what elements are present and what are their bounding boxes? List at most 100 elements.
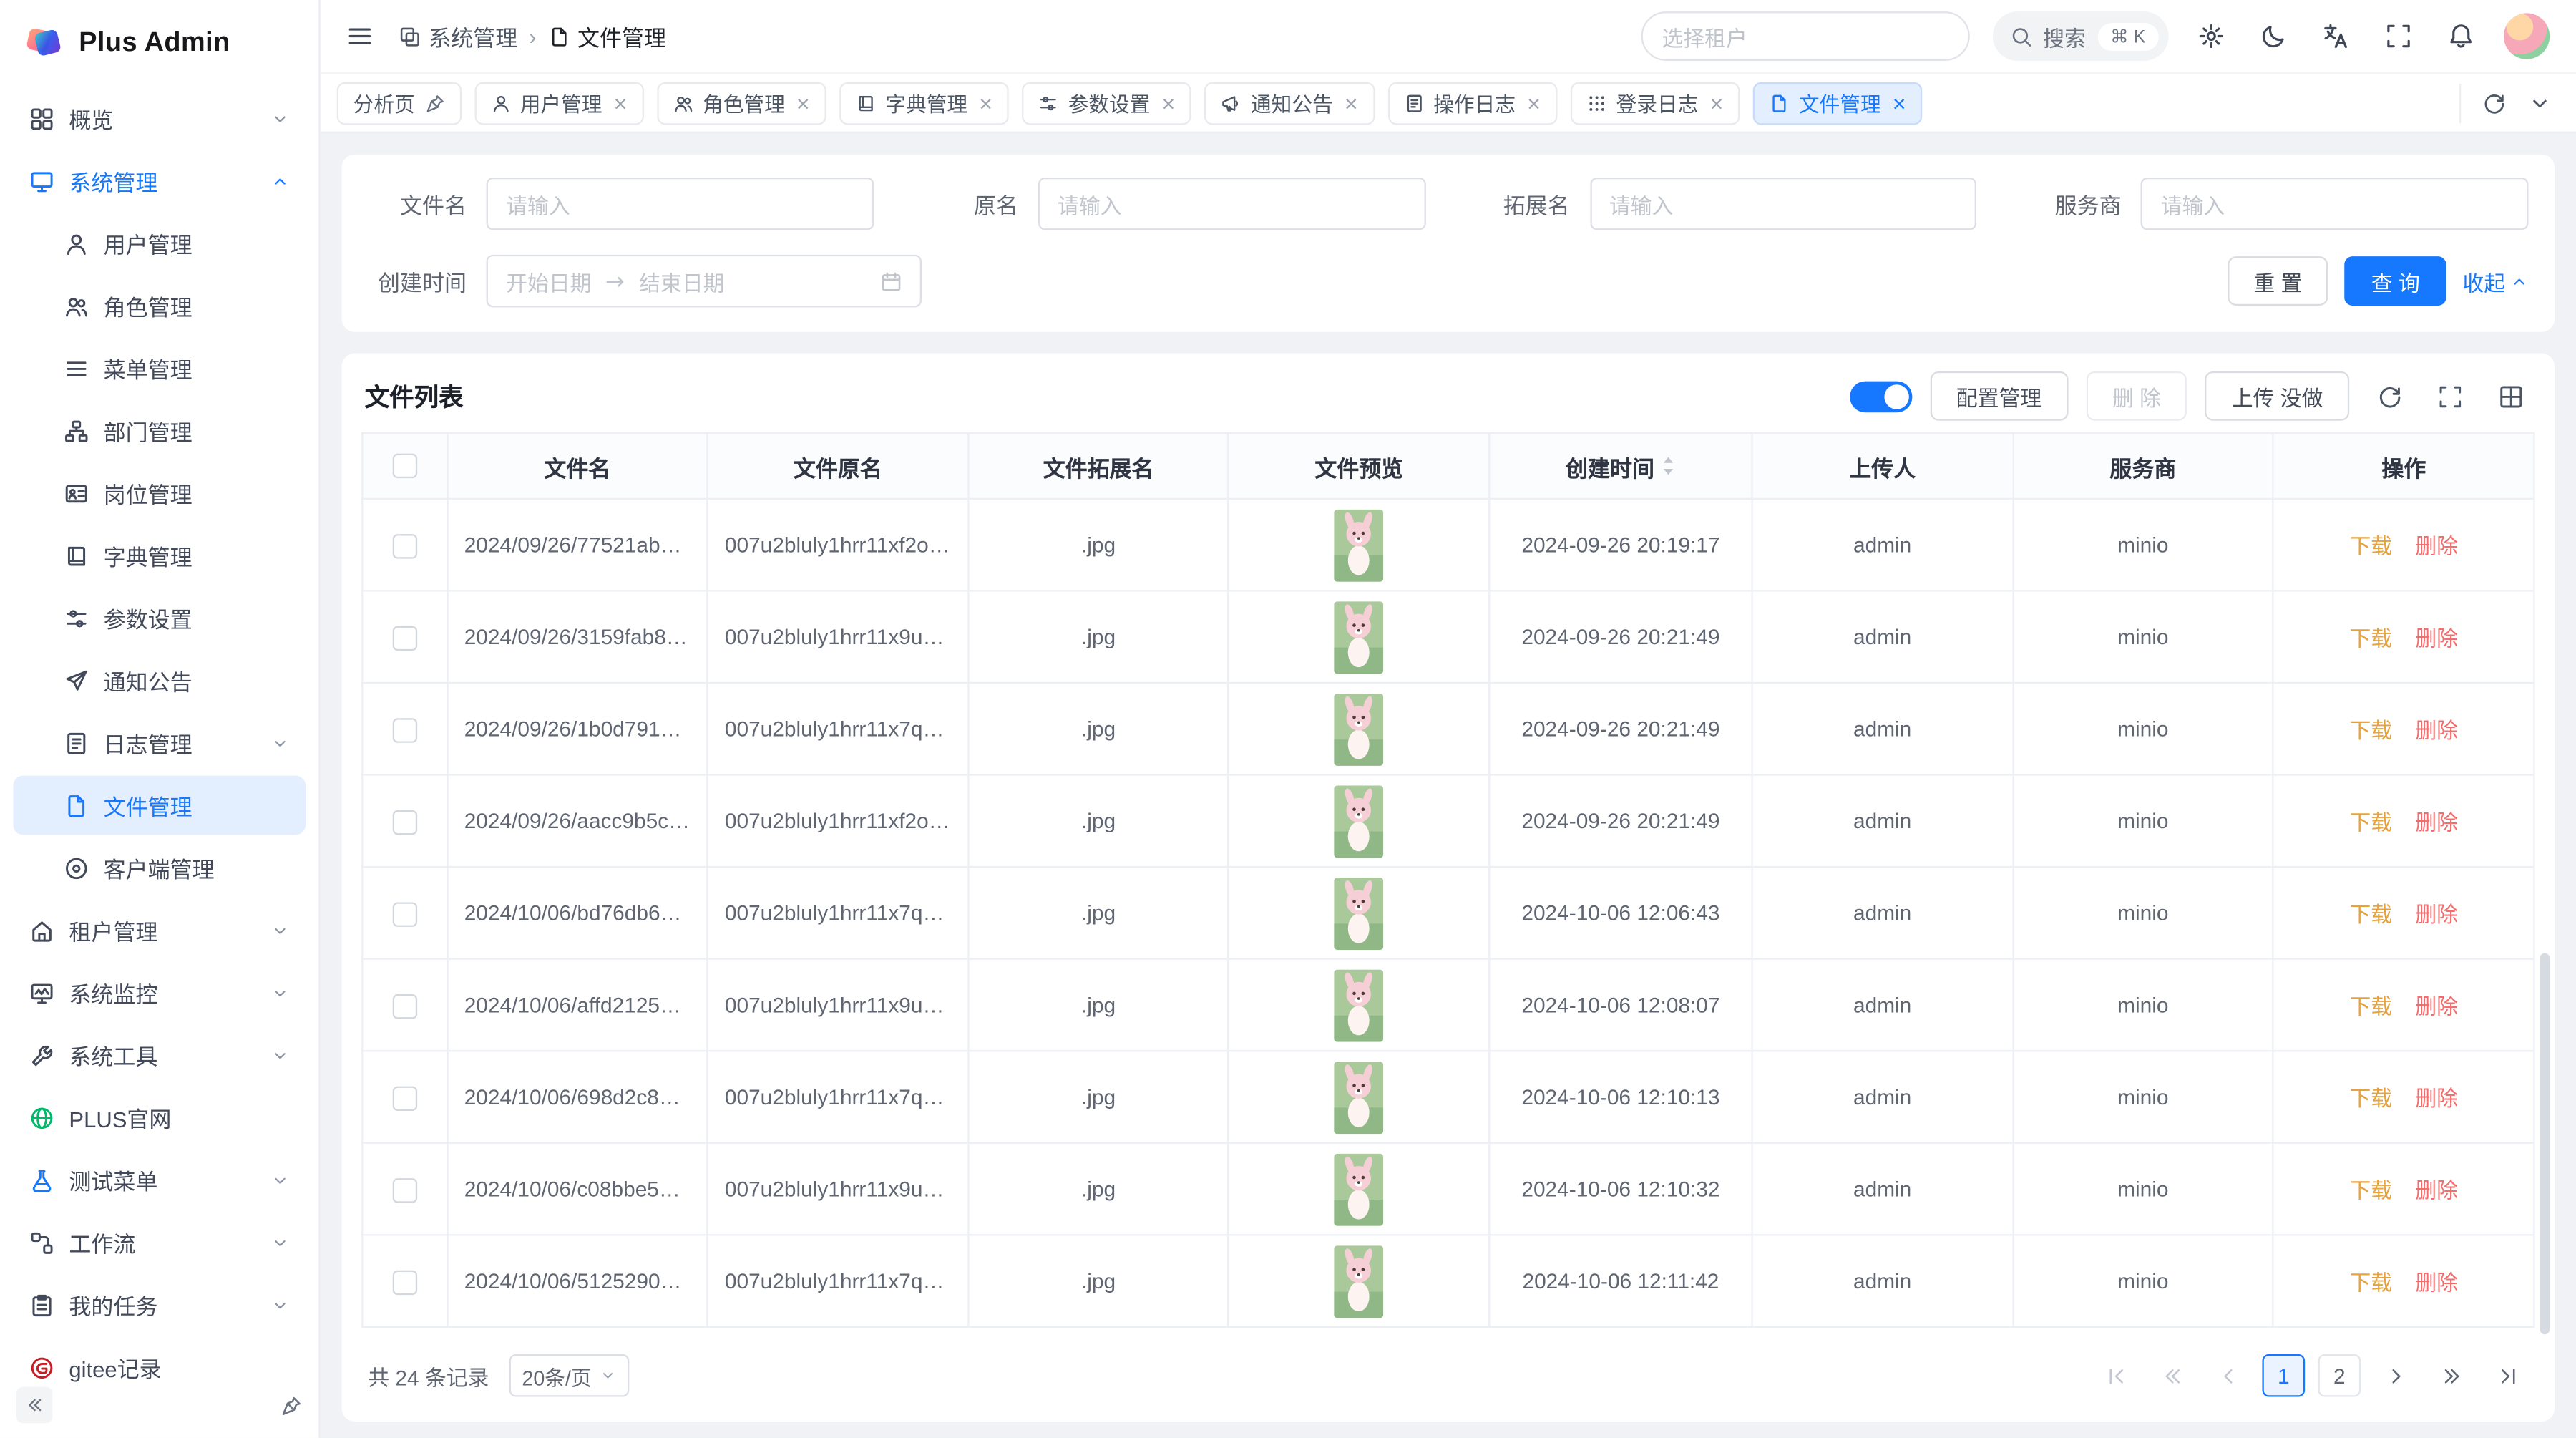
sort-icon[interactable] (1661, 455, 1676, 477)
sidebar-item-system-management[interactable]: 系统管理 (13, 151, 306, 210)
language-button[interactable] (2316, 16, 2356, 56)
tab-users[interactable]: 用户管理× (474, 82, 643, 125)
config-management-button[interactable]: 配置管理 (1930, 371, 2068, 421)
global-search[interactable]: 搜索 ⌘ K (1992, 11, 2169, 61)
preview-thumbnail[interactable] (1335, 1061, 1384, 1133)
tenant-select[interactable]: 选择租户 (1641, 11, 1969, 61)
sidebar-item-tools[interactable]: 系统工具 (13, 1026, 306, 1085)
preview-thumbnail[interactable] (1335, 1245, 1384, 1317)
column-header[interactable]: 创建时间 (1489, 433, 1752, 499)
row-checkbox[interactable] (392, 1177, 416, 1202)
settings-button[interactable] (2192, 16, 2231, 56)
delete-link[interactable]: 删除 (2415, 626, 2458, 651)
sidebar-item-params[interactable]: 参数设置 (13, 588, 306, 648)
tab-files[interactable]: 文件管理× (1753, 82, 1923, 125)
delete-link[interactable]: 删除 (2415, 718, 2458, 742)
breadcrumb-item-file-management[interactable]: 文件管理 (548, 20, 666, 53)
sidebar-collapse-button[interactable] (16, 1387, 53, 1424)
row-checkbox[interactable] (392, 810, 416, 834)
collapse-filter-link[interactable]: 收起 (2463, 266, 2529, 297)
preview-thumbnail[interactable] (1335, 1153, 1384, 1225)
delete-link[interactable]: 删除 (2415, 1178, 2458, 1203)
delete-link[interactable]: 删除 (2415, 902, 2458, 926)
tab-close-icon[interactable]: × (1893, 91, 1906, 114)
upload-button[interactable]: 上传 没做 (2205, 371, 2349, 421)
pagination-first-button[interactable] (2094, 1354, 2137, 1397)
download-link[interactable]: 下载 (2349, 902, 2392, 926)
tab-close-icon[interactable]: × (796, 91, 810, 114)
pagination-next-button[interactable] (2374, 1354, 2417, 1397)
download-link[interactable]: 下载 (2349, 810, 2392, 835)
refresh-page-button[interactable] (2474, 83, 2514, 122)
download-link[interactable]: 下载 (2349, 626, 2392, 651)
preview-thumbnail[interactable] (1335, 693, 1384, 765)
download-link[interactable]: 下载 (2349, 534, 2392, 558)
preview-thumbnail[interactable] (1335, 968, 1384, 1041)
tab-close-icon[interactable]: × (1345, 91, 1358, 114)
app-logo-row[interactable]: Plus Admin (0, 0, 318, 85)
pagination-prev5-button[interactable] (2150, 1354, 2193, 1397)
tab-operation-logs[interactable]: 操作日志× (1387, 82, 1557, 125)
preview-thumbnail[interactable] (1335, 784, 1384, 857)
download-link[interactable]: 下载 (2349, 1178, 2392, 1203)
sidebar-item-menus[interactable]: 菜单管理 (13, 339, 306, 398)
download-link[interactable]: 下载 (2349, 994, 2392, 1019)
tab-login-logs[interactable]: 登录日志× (1570, 82, 1740, 125)
sidebar-pin-button[interactable] (281, 1394, 303, 1416)
delete-link[interactable]: 删除 (2415, 534, 2458, 558)
row-checkbox[interactable] (392, 994, 416, 1018)
page-button-1[interactable]: 1 (2262, 1354, 2305, 1397)
sidebar-item-files[interactable]: 文件管理 (13, 776, 306, 835)
fullscreen-button[interactable] (2379, 16, 2418, 56)
original-name-input[interactable]: 请输入 (1038, 178, 1425, 230)
column-settings-button[interactable] (2489, 374, 2532, 417)
tab-roles[interactable]: 角色管理× (657, 82, 826, 125)
sidebar-item-tenants[interactable]: 租户管理 (13, 900, 306, 960)
preview-thumbnail[interactable] (1335, 877, 1384, 949)
sidebar-item-roles[interactable]: 角色管理 (13, 276, 306, 336)
select-all-checkbox[interactable] (392, 455, 416, 479)
table-fullscreen-button[interactable] (2428, 374, 2471, 417)
row-checkbox[interactable] (392, 901, 416, 926)
sidebar-item-workflow[interactable]: 工作流 (13, 1213, 306, 1272)
search-toggle-switch[interactable] (1850, 381, 1912, 412)
delete-selected-button[interactable]: 删 除 (2086, 371, 2187, 421)
sidebar-item-plus-site[interactable]: PLUS官网 (13, 1088, 306, 1147)
breadcrumb-item-system-management[interactable]: 系统管理 (399, 20, 517, 53)
notifications-button[interactable] (2441, 16, 2481, 56)
file-name-input[interactable]: 请输入 (487, 178, 874, 230)
extension-input[interactable]: 请输入 (1589, 178, 1976, 230)
sidebar-item-clients[interactable]: 客户端管理 (13, 838, 306, 898)
sidebar-item-notices[interactable]: 通知公告 (13, 651, 306, 710)
delete-link[interactable]: 删除 (2415, 810, 2458, 835)
tab-close-icon[interactable]: × (614, 91, 628, 114)
delete-link[interactable]: 删除 (2415, 1271, 2458, 1295)
pagination-prev-button[interactable] (2206, 1354, 2249, 1397)
preview-thumbnail[interactable] (1335, 509, 1384, 581)
tab-close-icon[interactable]: × (1527, 91, 1541, 114)
table-scrollbar[interactable] (2540, 953, 2550, 1335)
sidebar-item-logs[interactable]: 日志管理 (13, 713, 306, 772)
delete-link[interactable]: 删除 (2415, 994, 2458, 1019)
row-checkbox[interactable] (392, 1086, 416, 1110)
page-size-select[interactable]: 20条/页 (509, 1354, 629, 1397)
download-link[interactable]: 下载 (2349, 1087, 2392, 1111)
sidebar-item-departments[interactable]: 部门管理 (13, 401, 306, 460)
tab-analysis[interactable]: 分析页 (337, 82, 461, 125)
tab-close-icon[interactable]: × (1709, 91, 1723, 114)
tab-close-icon[interactable]: × (979, 91, 992, 114)
reset-button[interactable]: 重 置 (2228, 256, 2328, 306)
download-link[interactable]: 下载 (2349, 718, 2392, 742)
tab-dicts[interactable]: 字典管理× (839, 82, 1009, 125)
tab-menu-button[interactable] (2520, 83, 2560, 122)
tab-params[interactable]: 参数设置× (1022, 82, 1191, 125)
delete-link[interactable]: 删除 (2415, 1087, 2458, 1111)
sidebar-item-my-tasks[interactable]: 我的任务 (13, 1276, 306, 1335)
provider-input[interactable]: 请输入 (2141, 178, 2528, 230)
sidebar-item-overview[interactable]: 概览 (13, 89, 306, 148)
sidebar-toggle-button[interactable] (340, 16, 379, 56)
refresh-table-button[interactable] (2367, 374, 2410, 417)
sidebar-item-test-menu[interactable]: 测试菜单 (13, 1150, 306, 1210)
sidebar-item-gitee[interactable]: gitee记录 (13, 1338, 306, 1382)
row-checkbox[interactable] (392, 1270, 416, 1294)
